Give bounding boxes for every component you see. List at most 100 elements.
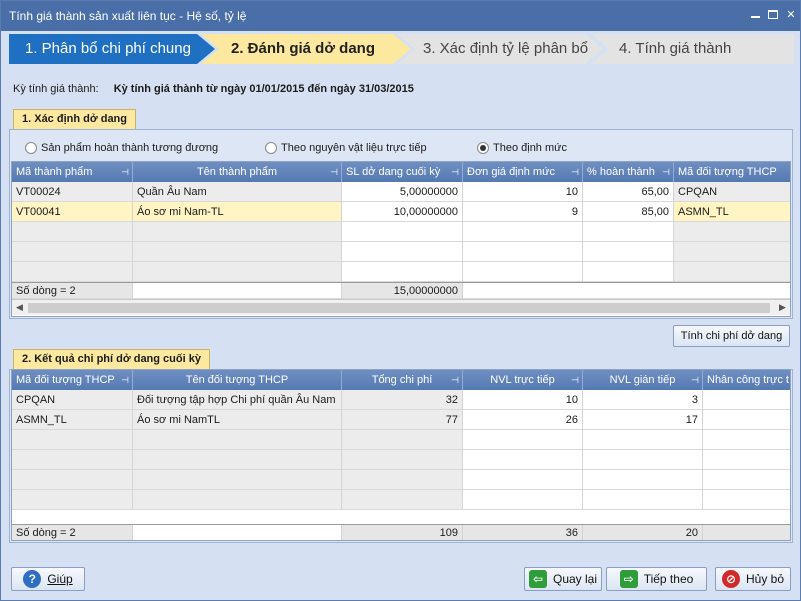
step-wip-valuation[interactable]: 2. Đánh giá dở dang: [201, 34, 411, 64]
cell-indirect-materials[interactable]: 17: [583, 410, 703, 430]
col-direct-labor[interactable]: Nhân công trực t: [703, 370, 790, 390]
cell-direct-materials[interactable]: 10: [463, 390, 583, 410]
col-cost-object-code[interactable]: Mã đối tượng THCP: [674, 162, 790, 182]
cell-cost-object-code[interactable]: ASMN_TL: [12, 410, 133, 430]
indirect-materials-sum: 20: [583, 525, 703, 540]
calc-wip-cost-button[interactable]: Tính chi phí dở dang: [673, 325, 790, 347]
pin-icon[interactable]: ⊣: [121, 370, 129, 390]
cell-product-code[interactable]: VT00024: [12, 182, 133, 202]
period-label: Kỳ tính giá thành:: [13, 83, 99, 95]
cell-indirect-materials[interactable]: 3: [583, 390, 703, 410]
row-count: Số dòng = 2: [12, 283, 133, 299]
table-row-selected[interactable]: VT00041 Áo sơ mi Nam-TL 10,00000000 9 85…: [12, 202, 790, 222]
cell-cost-object-name[interactable]: Áo sơ mi NamTL: [133, 410, 342, 430]
radio-equivalent-units[interactable]: Sản phẩm hoàn thành tương đương: [25, 142, 218, 154]
radio-dot: [25, 142, 37, 154]
scroll-thumb[interactable]: [28, 303, 770, 313]
pin-icon[interactable]: ⊣: [451, 162, 459, 182]
cell-wip-qty[interactable]: 10,00000000: [342, 202, 463, 222]
col-indirect-materials[interactable]: NVL gián tiếp ⊣: [583, 370, 703, 390]
direct-materials-sum: 36: [463, 525, 583, 540]
wip-grid: Mã thành phẩm ⊣ Tên thành phẩm ⊣ SL dở dan…: [11, 161, 791, 317]
pin-icon[interactable]: ⊣: [662, 162, 670, 182]
cell-cost-object-code[interactable]: CPQAN: [674, 182, 790, 202]
empty-row: [12, 262, 790, 282]
step-allocate-overhead[interactable]: 1. Phân bổ chi phí chung: [9, 34, 215, 64]
empty-row: [12, 450, 790, 470]
arrow-right-icon: ⇨: [619, 570, 638, 588]
cell-total-cost[interactable]: 77: [342, 410, 463, 430]
cell-norm-price[interactable]: 10: [463, 182, 583, 202]
cell-direct-labor[interactable]: [703, 410, 790, 430]
minimize-icon[interactable]: [748, 8, 762, 22]
empty-row: [12, 242, 790, 262]
scroll-left-icon[interactable]: ◀: [16, 302, 23, 313]
arrow-left-icon: ⇦: [528, 570, 547, 588]
empty-row: [12, 222, 790, 242]
horizontal-scrollbar[interactable]: ◀ ▶: [12, 299, 790, 315]
cell-direct-labor[interactable]: [703, 390, 790, 410]
col-cost-object-name[interactable]: Tên đối tượng THCP: [133, 370, 342, 390]
back-button[interactable]: ⇦ Quay lại: [524, 567, 602, 591]
col-wip-qty[interactable]: SL dở dang cuối kỳ ⊣: [342, 162, 463, 182]
empty-row: [12, 470, 790, 490]
cell-total-cost[interactable]: 32: [342, 390, 463, 410]
pin-icon[interactable]: ⊣: [330, 162, 338, 182]
cell-product-name[interactable]: Áo sơ mi Nam-TL: [133, 202, 342, 222]
total-wip-qty: 15,00000000: [342, 283, 463, 299]
cell-cost-object-name[interactable]: Đối tượng tập hợp Chi phí quần Âu Nam: [133, 390, 342, 410]
tab-wip-result[interactable]: 2. Kết quả chi phí dở dang cuối kỳ: [13, 349, 210, 369]
step-allocation-ratio[interactable]: 3. Xác định tỷ lệ phân bổ: [397, 34, 603, 64]
row-count: Số dòng = 2: [12, 525, 133, 540]
wip-result-grid: Mã đối tượng THCP ⊣ Tên đối tượng THCP Tổ…: [11, 369, 791, 541]
cancel-button[interactable]: ⊘ Hủy bỏ: [715, 567, 791, 591]
cell-norm-price[interactable]: 9: [463, 202, 583, 222]
cell-wip-qty[interactable]: 5,00000000: [342, 182, 463, 202]
total-cost-sum: 109: [342, 525, 463, 540]
radio-by-norm[interactable]: Theo định mức: [477, 142, 567, 154]
tab-determine-wip[interactable]: 1. Xác định dở dang: [13, 109, 136, 129]
wip-result-grid-header: Mã đối tượng THCP ⊣ Tên đối tượng THCP Tổ…: [12, 370, 790, 390]
app-window: Tính giá thành sản xuất liên tục - Hệ số…: [0, 0, 801, 601]
period-line: Kỳ tính giá thành: Kỳ tính giá thành từ …: [13, 83, 414, 95]
cell-completion-pct[interactable]: 85,00: [583, 202, 674, 222]
pin-icon[interactable]: ⊣: [571, 370, 579, 390]
cell-product-name[interactable]: Quần Âu Nam: [133, 182, 342, 202]
table-row[interactable]: CPQAN Đối tượng tập hợp Chi phí quần Âu …: [12, 390, 790, 410]
cell-cost-object-code[interactable]: CPQAN: [12, 390, 133, 410]
step-calc-cost[interactable]: 4. Tính giá thành: [591, 34, 794, 64]
pin-icon[interactable]: ⊣: [571, 162, 579, 182]
pin-icon[interactable]: ⊣: [121, 162, 129, 182]
title-bar: Tính giá thành sản xuất liên tục - Hệ số…: [1, 1, 800, 31]
radio-direct-materials[interactable]: Theo nguyên vật liệu trực tiếp: [265, 142, 427, 154]
cell-product-code[interactable]: VT00041: [12, 202, 133, 222]
period-value: Kỳ tính giá thành từ ngày 01/01/2015 đến…: [113, 83, 414, 95]
next-button[interactable]: ⇨ Tiếp theo: [606, 567, 707, 591]
wizard-steps: 1. Phân bổ chi phí chung 3. Xác định tỷ …: [9, 34, 794, 64]
pin-icon[interactable]: ⊣: [451, 370, 459, 390]
col-product-name[interactable]: Tên thành phẩm ⊣: [133, 162, 342, 182]
cancel-icon: ⊘: [721, 570, 740, 588]
table-row[interactable]: ASMN_TL Áo sơ mi NamTL 77 26 17: [12, 410, 790, 430]
col-cost-object-code[interactable]: Mã đối tượng THCP ⊣: [12, 370, 133, 390]
cell-direct-materials[interactable]: 26: [463, 410, 583, 430]
maximize-icon[interactable]: [766, 8, 780, 22]
empty-row: [12, 490, 790, 510]
radio-dot-selected: [477, 142, 489, 154]
table-row[interactable]: VT00024 Quần Âu Nam 5,00000000 10 65,00 …: [12, 182, 790, 202]
close-icon[interactable]: ✕: [784, 8, 798, 22]
wip-grid-header: Mã thành phẩm ⊣ Tên thành phẩm ⊣ SL dở dan…: [12, 162, 790, 182]
col-total-cost[interactable]: Tổng chi phí ⊣: [342, 370, 463, 390]
cell-completion-pct[interactable]: 65,00: [583, 182, 674, 202]
window-title: Tính giá thành sản xuất liên tục - Hệ số…: [9, 9, 247, 23]
col-product-code[interactable]: Mã thành phẩm ⊣: [12, 162, 133, 182]
cell-cost-object-code[interactable]: ASMN_TL: [674, 202, 790, 222]
help-button[interactable]: ? Giúp: [11, 567, 85, 591]
pin-icon[interactable]: ⊣: [691, 370, 699, 390]
col-norm-price[interactable]: Đơn giá định mức ⊣: [463, 162, 583, 182]
help-icon: ?: [23, 570, 42, 588]
col-direct-materials[interactable]: NVL trực tiếp ⊣: [463, 370, 583, 390]
wip-result-grid-footer: Số dòng = 2 109 36 20: [12, 524, 790, 540]
scroll-right-icon[interactable]: ▶: [779, 302, 786, 313]
col-completion-pct[interactable]: % hoàn thành ⊣: [583, 162, 674, 182]
